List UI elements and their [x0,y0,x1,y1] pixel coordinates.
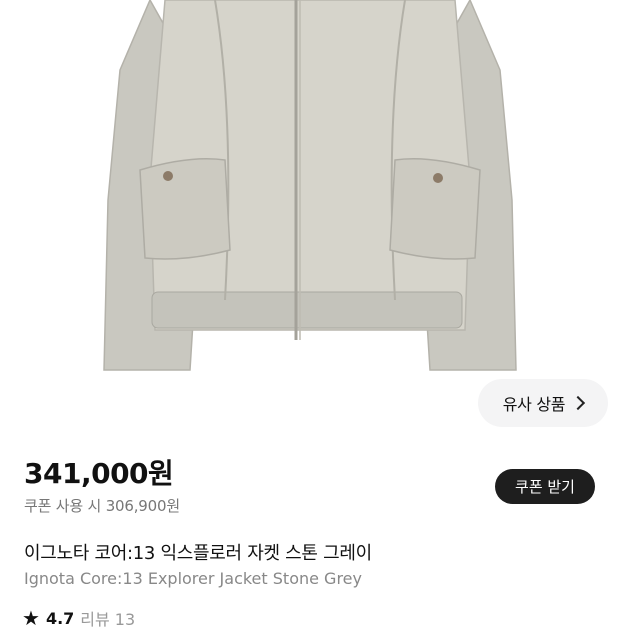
product-title-ko: 이그노타 코어:13 익스플로러 자켓 스톤 그레이 [24,543,372,564]
product-price: 341,000원 [24,457,174,490]
chevron-right-icon [571,395,586,411]
product-title-en: Ignota Core:13 Explorer Jacket Stone Gre… [24,569,362,588]
rating-row[interactable]: ★ 4.7 리뷰 13 [22,606,135,630]
coupon-price-text: 쿠폰 사용 시 306,900원 [24,497,180,515]
product-image[interactable]: 유사 상품 [0,0,620,440]
coupon-button[interactable]: 쿠폰 받기 [495,469,595,504]
similar-products-button[interactable]: 유사 상품 [478,379,608,427]
similar-products-label: 유사 상품 [502,395,566,414]
star-icon: ★ [22,606,40,630]
jacket-photo [103,0,517,371]
review-count: 리뷰 13 [80,610,136,629]
rating-value: 4.7 [45,608,75,628]
